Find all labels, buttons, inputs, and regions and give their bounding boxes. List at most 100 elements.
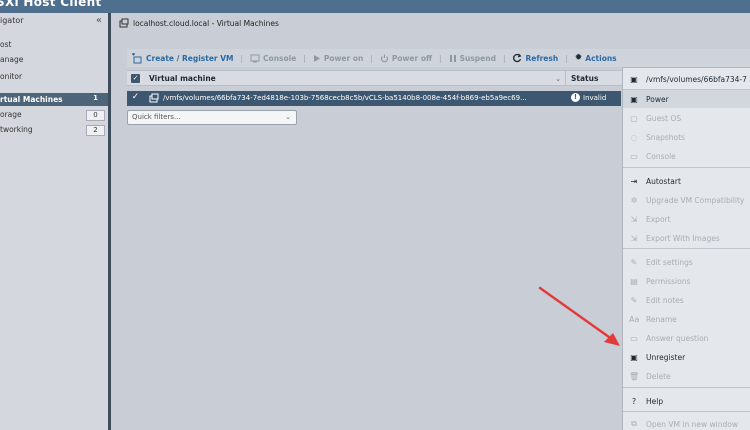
snapshot-icon: ◌ xyxy=(630,132,638,142)
menu-item-label: Export With Images xyxy=(646,233,720,243)
nav-item-label: rtual Machines xyxy=(0,95,63,104)
vm-icon xyxy=(119,18,129,28)
console-button[interactable]: Console xyxy=(250,54,296,63)
power-on-button[interactable]: Power on xyxy=(313,54,363,63)
menu-item-label: Help xyxy=(646,396,664,406)
suspend-button[interactable]: Suspend xyxy=(449,54,496,63)
menu-item-permissions[interactable]: ▤ Permissions xyxy=(623,272,750,290)
quick-filters-placeholder: Quick filters... xyxy=(132,113,181,121)
nav-item-storage[interactable]: orage 0 xyxy=(0,110,108,123)
row-checkbox[interactable]: ✓ xyxy=(131,93,140,102)
menu-item-label: Edit notes xyxy=(646,295,684,305)
breadcrumb-text: localhost.cloud.local - Virtual Machines xyxy=(133,18,279,28)
actions-button[interactable]: ✹ Actions xyxy=(575,53,617,63)
menu-divider xyxy=(623,248,750,249)
table-row[interactable]: ✓ /vmfs/volumes/66bfa734-7ed4818e-103b-7… xyxy=(127,91,621,106)
nav-item-manage[interactable]: anage xyxy=(0,55,23,64)
vm-icon xyxy=(149,93,159,103)
guest-os-icon: ▢ xyxy=(630,113,638,123)
power-off-button[interactable]: Power off xyxy=(380,54,432,63)
navigator-panel: igator « ost anage onitor rtual Machines… xyxy=(0,13,108,430)
chevron-down-icon: ⌄ xyxy=(285,113,291,121)
menu-item-autostart[interactable]: ⇥ Autostart xyxy=(623,172,750,190)
menu-item-open-vm-in-new-window[interactable]: ⧉ Open VM in new window xyxy=(623,415,750,430)
column-divider[interactable] xyxy=(565,71,566,85)
power-off-label: Power off xyxy=(391,53,433,63)
console-icon: ▭ xyxy=(630,151,638,161)
app-title: SXi Host Client xyxy=(0,0,102,9)
collapse-navigator-icon[interactable]: « xyxy=(96,15,102,26)
menu-item-label: /vmfs/volumes/66bfa734-7 xyxy=(646,74,747,84)
nav-item-virtual-machines[interactable]: rtual Machines 1 xyxy=(0,93,108,106)
open-window-icon: ⧉ xyxy=(631,419,637,428)
export-icon: ⇲ xyxy=(630,214,638,224)
menu-item-upgrade-vm-compatibility[interactable]: ✲ Upgrade VM Compatibility xyxy=(623,191,750,209)
menu-item-label: Rename xyxy=(646,314,677,324)
count-badge: 1 xyxy=(86,94,105,105)
vm-icon: ▣ xyxy=(630,74,638,84)
suspend-label: Suspend xyxy=(459,53,496,63)
menu-divider xyxy=(623,411,750,412)
column-header-virtual-machine[interactable]: Virtual machine xyxy=(149,74,216,83)
menu-item-edit-settings[interactable]: ✎ Edit settings xyxy=(623,253,750,271)
title-bar: SXi Host Client xyxy=(0,0,750,13)
pause-icon xyxy=(449,54,456,62)
chevron-down-icon[interactable]: ⌄ xyxy=(555,74,561,83)
menu-item-label: Guest OS xyxy=(646,113,682,123)
menu-item-guest-os[interactable]: ▢ Guest OS xyxy=(623,109,750,127)
column-header-status[interactable]: Status xyxy=(571,74,598,83)
menu-item-label: Unregister xyxy=(646,352,686,362)
menu-item-label: Console xyxy=(646,151,676,161)
menu-item-label: Snapshots xyxy=(646,132,685,142)
menu-item-console[interactable]: ▭ Console xyxy=(623,147,750,165)
menu-item-rename[interactable]: Aa Rename xyxy=(623,310,750,328)
menu-divider xyxy=(623,167,750,168)
menu-divider xyxy=(623,387,750,388)
menu-item-label: Delete xyxy=(646,371,671,381)
count-badge: 2 xyxy=(86,125,105,136)
menu-item-edit-notes[interactable]: ✎ Edit notes xyxy=(623,291,750,309)
navigator-title: igator xyxy=(0,16,24,25)
refresh-button[interactable]: Refresh xyxy=(512,53,558,63)
menu-item-snapshots[interactable]: ◌ Snapshots xyxy=(623,128,750,146)
actions-label: Actions xyxy=(585,53,617,63)
menu-item-unregister[interactable]: ▣ Unregister xyxy=(623,348,750,366)
gear-icon: ✹ xyxy=(574,53,583,63)
refresh-label: Refresh xyxy=(525,53,559,63)
toolbar-divider: | xyxy=(502,53,506,63)
select-all-checkbox[interactable]: ✓ xyxy=(131,74,140,83)
menu-item-power[interactable]: ▣ Power xyxy=(623,90,750,108)
nav-item-label: tworking xyxy=(0,125,33,134)
play-icon xyxy=(313,54,320,62)
edit-settings-icon: ✎ xyxy=(630,257,638,267)
nav-item-monitor[interactable]: onitor xyxy=(0,72,22,81)
menu-item-export[interactable]: ⇲ Export xyxy=(623,210,750,228)
menu-item-vm-path: ▣ /vmfs/volumes/66bfa734-7 xyxy=(623,70,750,88)
count-badge: 0 xyxy=(86,110,105,121)
help-icon: ? xyxy=(631,396,637,406)
create-register-vm-label: Create / Register VM xyxy=(146,53,234,63)
menu-item-delete[interactable]: 🗑 Delete xyxy=(623,367,750,385)
warning-icon: ! xyxy=(571,93,580,102)
menu-item-label: Autostart xyxy=(646,176,681,186)
menu-item-help[interactable]: ? Help xyxy=(623,392,750,410)
menu-item-export-with-images[interactable]: ⇲ Export With Images xyxy=(623,229,750,247)
menu-item-label: Permissions xyxy=(646,276,691,286)
create-register-vm-button[interactable]: Create / Register VM xyxy=(131,52,234,64)
menu-item-label: Edit settings xyxy=(646,257,693,267)
menu-item-label: Open VM in new window xyxy=(646,419,738,429)
actions-menu: ▣ /vmfs/volumes/66bfa734-7 ▣ Power ▢ Guest … xyxy=(622,67,750,430)
menu-item-label: Answer question xyxy=(646,333,709,343)
upgrade-icon: ✲ xyxy=(630,195,638,205)
navigator-header: igator « xyxy=(0,13,108,28)
status-badge: Invalid xyxy=(583,93,607,102)
nav-item-label: orage xyxy=(0,110,22,119)
delete-icon: 🗑 xyxy=(629,371,640,381)
nav-item-networking[interactable]: tworking 2 xyxy=(0,125,108,138)
nav-item-host[interactable]: ost xyxy=(0,40,11,49)
autostart-icon: ⇥ xyxy=(630,176,638,186)
quick-filters-select[interactable]: Quick filters... ⌄ xyxy=(127,110,297,125)
vm-path[interactable]: /vmfs/volumes/66bfa734-7ed4818e-103b-756… xyxy=(163,94,563,102)
menu-item-answer-question[interactable]: ▭ Answer question xyxy=(623,329,750,347)
menu-item-label: Power xyxy=(646,94,669,104)
